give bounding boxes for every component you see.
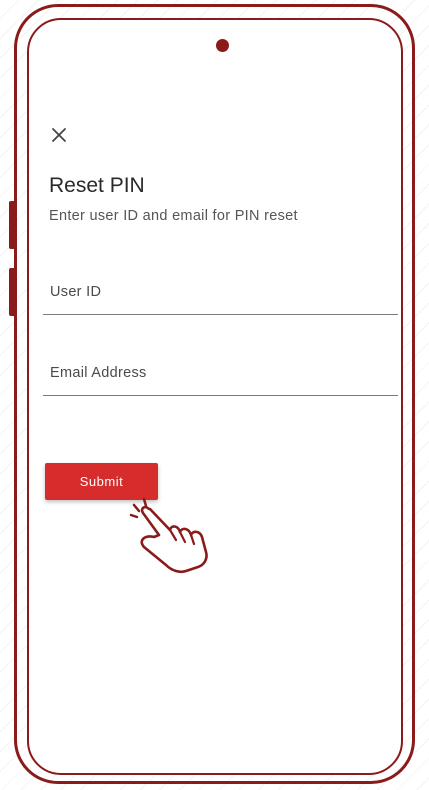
phone-volume-up-button [9,201,15,249]
camera-icon [216,39,229,52]
hand-pointer-icon [128,495,218,575]
user-id-field[interactable] [50,284,380,300]
close-icon[interactable] [49,125,71,147]
page-title: Reset PIN [49,174,145,197]
page-subtitle: Enter user ID and email for PIN reset [49,208,298,224]
user-id-field-container [43,274,398,315]
email-field[interactable] [50,365,380,381]
email-field-container [43,355,398,396]
phone-screen [27,18,403,775]
phone-volume-down-button [9,268,15,316]
